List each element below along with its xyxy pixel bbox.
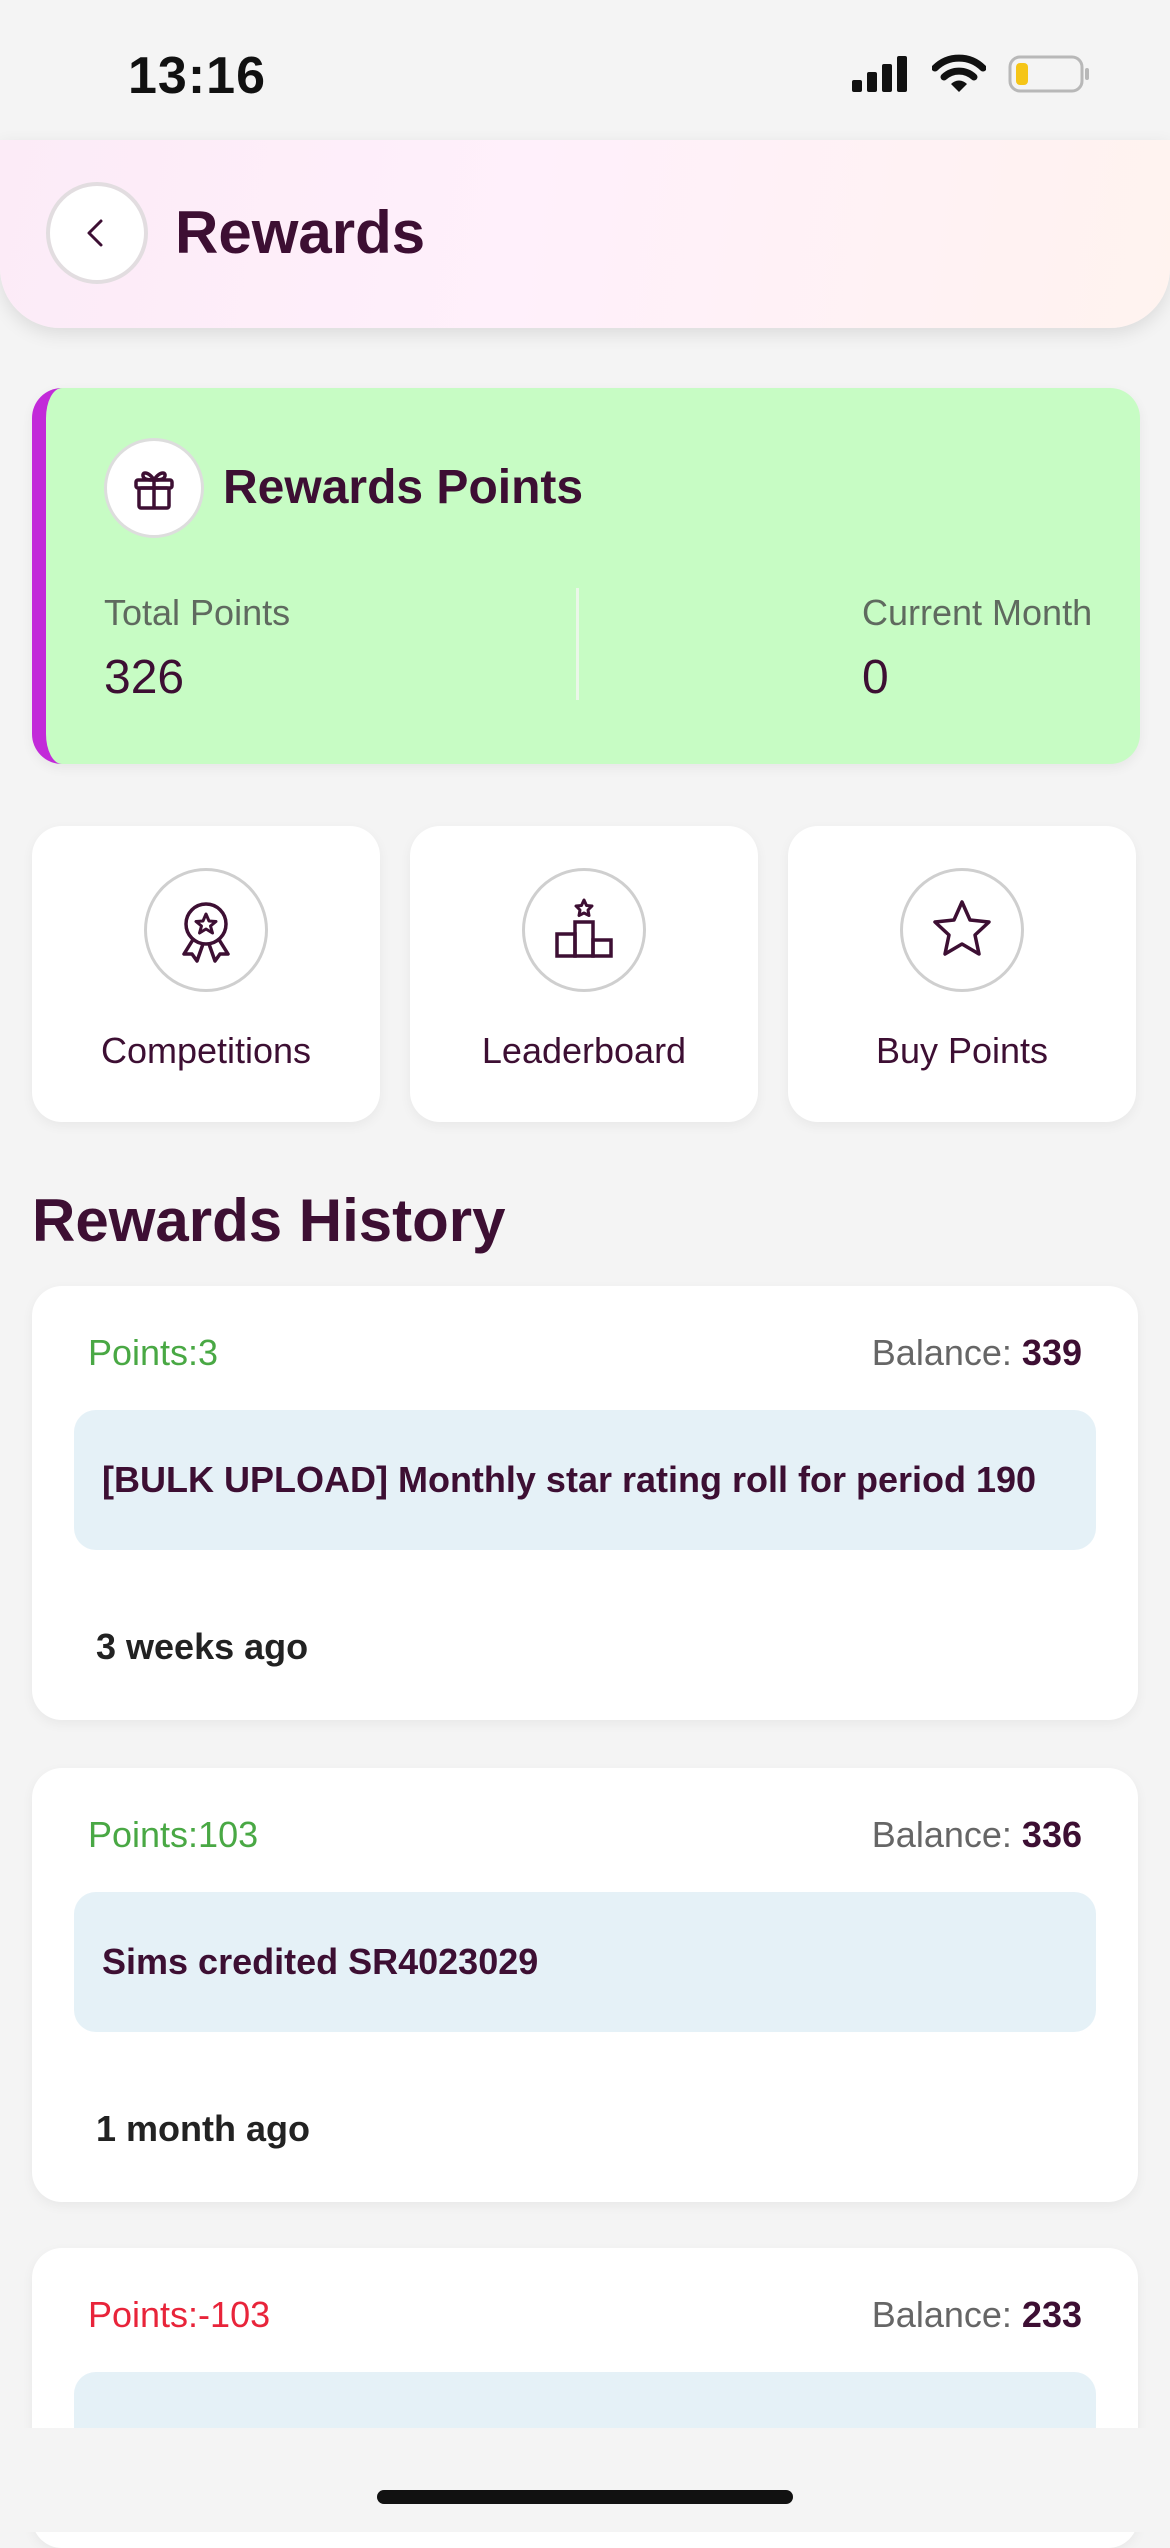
history-time: 3 weeks ago <box>96 1626 309 1667</box>
total-points-label: Total Points <box>104 592 291 633</box>
history-description: Sims credited SR4023029 <box>74 1892 1096 2032</box>
signal-icon <box>852 56 907 92</box>
total-points-value: 326 <box>104 651 185 704</box>
status-bar: 13:16 <box>0 0 1170 140</box>
history-item[interactable]: Points:103 Balance: 336 Sims credited SR… <box>32 1768 1138 2202</box>
wifi-icon <box>932 54 986 92</box>
status-time: 13:16 <box>128 47 266 105</box>
balance-value: 336 <box>1021 1814 1082 1855</box>
history-points: Points:3 <box>88 1332 219 1373</box>
gift-icon <box>134 471 174 510</box>
medal-icon <box>182 902 230 963</box>
star-icon <box>933 900 991 956</box>
history-points: Points:103 <box>88 1814 259 1855</box>
history-time: 1 month ago <box>96 2108 310 2149</box>
balance-value: 339 <box>1021 1332 1082 1373</box>
bottom-bar-area <box>0 2428 1170 2532</box>
leaderboard-label: Leaderboard <box>481 1030 687 1071</box>
home-indicator[interactable] <box>377 2490 793 2504</box>
medal-icon-wrap <box>144 868 268 992</box>
balance-label: Balance: <box>871 1814 1012 1855</box>
buy-points-label: Buy Points <box>875 1030 1049 1071</box>
current-month-label: Current Month <box>862 592 1093 633</box>
current-month-value: 0 <box>862 651 889 704</box>
history-balance: Balance: 233 <box>872 2294 1082 2336</box>
history-balance: Balance: 339 <box>872 1332 1082 1374</box>
history-description: [BULK UPLOAD] Monthly star rating roll f… <box>74 1410 1096 1550</box>
podium-icon-wrap <box>522 868 646 992</box>
balance-label: Balance: <box>871 1332 1012 1373</box>
rewards-history-title: Rewards History <box>32 1187 506 1254</box>
status-icons <box>850 54 1092 94</box>
history-balance: Balance: 336 <box>872 1814 1082 1856</box>
leaderboard-button[interactable]: Leaderboard <box>410 826 758 1122</box>
competitions-label: Competitions <box>100 1030 312 1071</box>
balance-value: 233 <box>1021 2294 1082 2335</box>
competitions-button[interactable]: Competitions <box>32 826 380 1122</box>
star-icon-wrap <box>900 868 1024 992</box>
gift-icon-wrap <box>104 438 204 538</box>
rewards-points-card: Rewards Points Total Points 326 Current … <box>32 388 1140 764</box>
podium-icon <box>555 898 613 958</box>
buy-points-button[interactable]: Buy Points <box>788 826 1136 1122</box>
rewards-points-title: Rewards Points <box>223 461 584 514</box>
balance-label: Balance: <box>871 2294 1012 2335</box>
battery-low-icon <box>1008 55 1089 93</box>
points-divider <box>576 588 579 700</box>
page-title: Rewards <box>175 199 426 266</box>
history-points: Points:-103 <box>88 2294 271 2335</box>
back-button[interactable] <box>46 182 148 284</box>
chevron-left-icon <box>87 219 103 247</box>
history-item[interactable]: Points:3 Balance: 339 [BULK UPLOAD] Mont… <box>32 1286 1138 1720</box>
app-header: Rewards <box>0 140 1170 328</box>
